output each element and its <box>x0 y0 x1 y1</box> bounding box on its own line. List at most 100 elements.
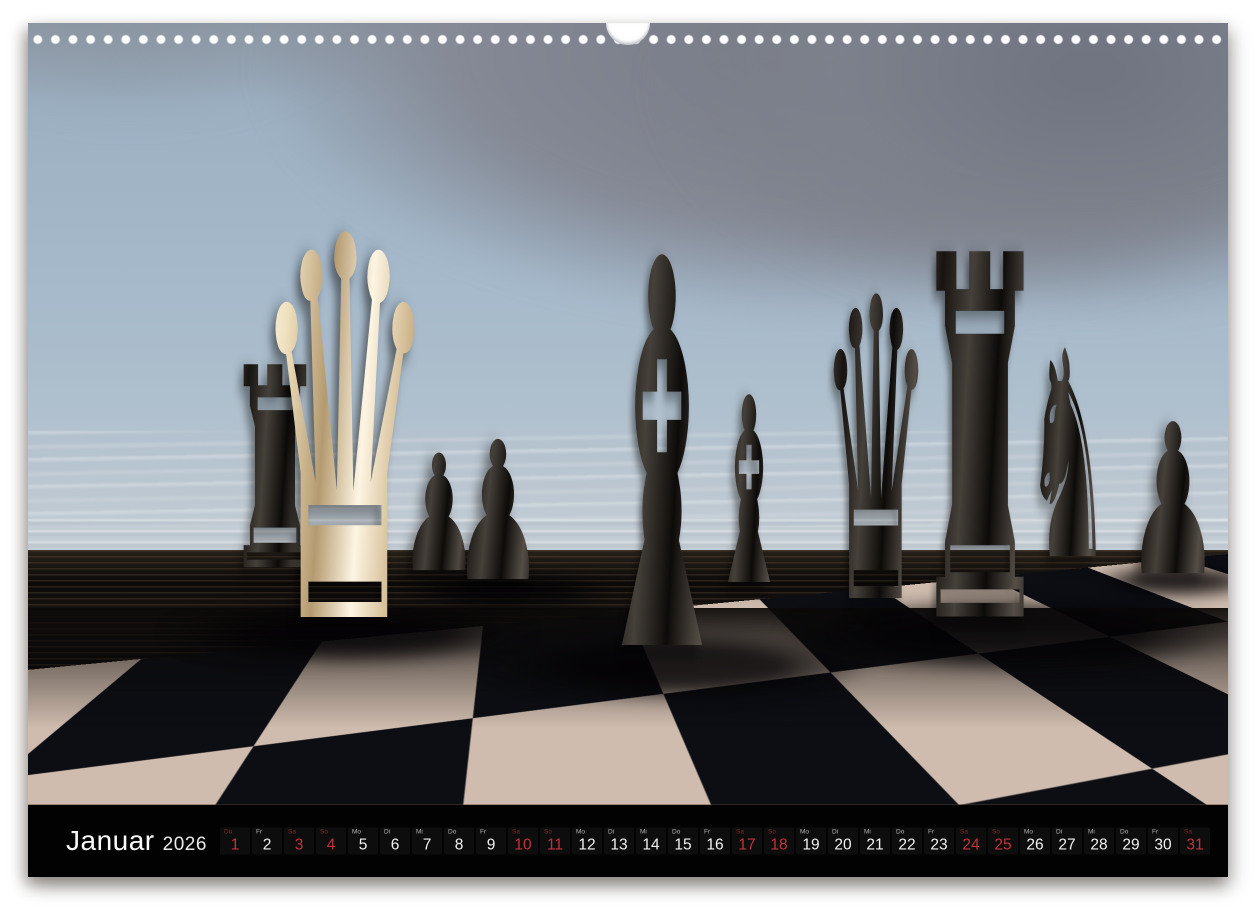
day-number: 11 <box>540 837 570 853</box>
weekday-label: Fr <box>480 830 486 837</box>
day-number: 22 <box>892 837 922 853</box>
calendar-day-cell: Do22 <box>892 828 922 855</box>
weekday-label: Sa <box>736 830 744 837</box>
black-rook-right-icon: ♜ <box>911 193 1050 693</box>
calendar-day-cell: Do15 <box>668 828 698 855</box>
calendar-day-cell: Mi21 <box>860 828 890 855</box>
calendar-day-cell: Do8 <box>444 828 474 855</box>
weekday-label: Fr <box>928 830 934 837</box>
weekday-label: Di <box>384 830 390 837</box>
calendar-day-cell: Mo19 <box>796 828 826 855</box>
calendar-day-cell: Sa17 <box>732 828 762 855</box>
calendar-day-cell: Di13 <box>604 828 634 855</box>
day-number: 21 <box>860 837 890 853</box>
calendar-day-cell: Mi7 <box>412 828 442 855</box>
calendar-day-cell: Di27 <box>1052 828 1082 855</box>
day-number: 19 <box>796 837 826 853</box>
calendar-day-cell: So18 <box>764 828 794 855</box>
calendar-day-cell: Fr9 <box>476 828 506 855</box>
weekday-label: Di <box>1056 830 1062 837</box>
day-number: 27 <box>1052 837 1082 853</box>
calendar-day-cell: Sa3 <box>284 828 314 855</box>
weekday-label: Mo <box>1024 830 1033 837</box>
calendar-day-cell: Mo5 <box>348 828 378 855</box>
days-row: Do1Fr2Sa3So4Mo5Di6Mi7Do8Fr9Sa10So11Mo12D… <box>220 828 1210 855</box>
day-number: 9 <box>476 837 506 853</box>
month-label: Januar <box>66 825 155 856</box>
calendar-day-cell: Mi28 <box>1084 828 1114 855</box>
day-number: 30 <box>1148 837 1178 853</box>
day-number: 13 <box>604 837 634 853</box>
day-number: 25 <box>988 837 1018 853</box>
weekday-label: Fr <box>256 830 262 837</box>
day-number: 16 <box>700 837 730 853</box>
day-number: 8 <box>444 837 474 853</box>
day-number: 1 <box>220 837 250 853</box>
weekday-label: Di <box>608 830 614 837</box>
weekday-label: Fr <box>704 830 710 837</box>
calendar-day-cell: So11 <box>540 828 570 855</box>
weekday-label: Do <box>896 830 904 837</box>
day-number: 14 <box>636 837 666 853</box>
weekday-label: Do <box>448 830 456 837</box>
day-number: 6 <box>380 837 410 853</box>
weekday-label: Di <box>832 830 838 837</box>
calendar-day-cell: Do29 <box>1116 828 1146 855</box>
day-number: 5 <box>348 837 378 853</box>
day-number: 31 <box>1180 837 1210 853</box>
calendar-day-cell: Fr30 <box>1148 828 1178 855</box>
weekday-label: Mi <box>864 830 871 837</box>
weekday-label: Mo <box>352 830 361 837</box>
day-number: 28 <box>1084 837 1114 853</box>
weekday-label: So <box>320 830 328 837</box>
weekday-label: Mo <box>800 830 809 837</box>
day-number: 2 <box>252 837 282 853</box>
calendar-day-cell: Fr16 <box>700 828 730 855</box>
calendar-day-cell: Mo12 <box>572 828 602 855</box>
day-number: 29 <box>1116 837 1146 853</box>
day-number: 24 <box>956 837 986 853</box>
calendar-day-cell: So25 <box>988 828 1018 855</box>
white-queen-icon: ♛ <box>253 171 438 699</box>
weekday-label: Do <box>224 830 232 837</box>
calendar-day-cell: So4 <box>316 828 346 855</box>
day-number: 20 <box>828 837 858 853</box>
weekday-label: Mi <box>1088 830 1095 837</box>
calendar-day-cell: Sa31 <box>1180 828 1210 855</box>
weekday-label: Sa <box>960 830 968 837</box>
black-pawn-right-icon: ♟ <box>1125 398 1220 606</box>
calendar-page: ♜♛♟♟♝♝♛♜♞♟ Januar2026 Do1Fr2Sa3So4Mo5Di6… <box>28 23 1228 877</box>
year-label: 2026 <box>163 834 207 855</box>
calendar-day-cell: Sa24 <box>956 828 986 855</box>
month-title: Januar 2026 <box>66 825 207 857</box>
black-bishop-large-icon: ♝ <box>585 193 738 728</box>
day-number: 3 <box>284 837 314 853</box>
weekday-label: Sa <box>1184 830 1192 837</box>
weekday-label: Sa <box>288 830 296 837</box>
calendar-day-cell: Sa10 <box>508 828 538 855</box>
day-number: 17 <box>732 837 762 853</box>
weekday-label: Do <box>1120 830 1128 837</box>
weekday-label: Mo <box>576 830 585 837</box>
calendar-day-cell: Mo26 <box>1020 828 1050 855</box>
weekday-label: So <box>544 830 552 837</box>
weekday-label: So <box>768 830 776 837</box>
calendar-day-cell: Mi14 <box>636 828 666 855</box>
weekday-label: So <box>992 830 1000 837</box>
calendar-day-cell: Fr23 <box>924 828 954 855</box>
black-pawn-2-icon: ♟ <box>452 418 545 610</box>
weekday-label: Mi <box>640 830 647 837</box>
calendar-day-cell: Di6 <box>380 828 410 855</box>
day-number: 15 <box>668 837 698 853</box>
chess-photo: ♜♛♟♟♝♝♛♜♞♟ <box>28 23 1228 805</box>
day-number: 12 <box>572 837 602 853</box>
calendar-strip: Januar2026 Do1Fr2Sa3So4Mo5Di6Mi7Do8Fr9Sa… <box>28 805 1228 877</box>
calendar-day-cell: Do1 <box>220 828 250 855</box>
weekday-label: Mi <box>416 830 423 837</box>
calendar-day-cell: Fr2 <box>252 828 282 855</box>
day-number: 26 <box>1020 837 1050 853</box>
day-number: 23 <box>924 837 954 853</box>
weekday-label: Do <box>672 830 680 837</box>
weekday-label: Sa <box>512 830 520 837</box>
calendar-day-cell: Di20 <box>828 828 858 855</box>
